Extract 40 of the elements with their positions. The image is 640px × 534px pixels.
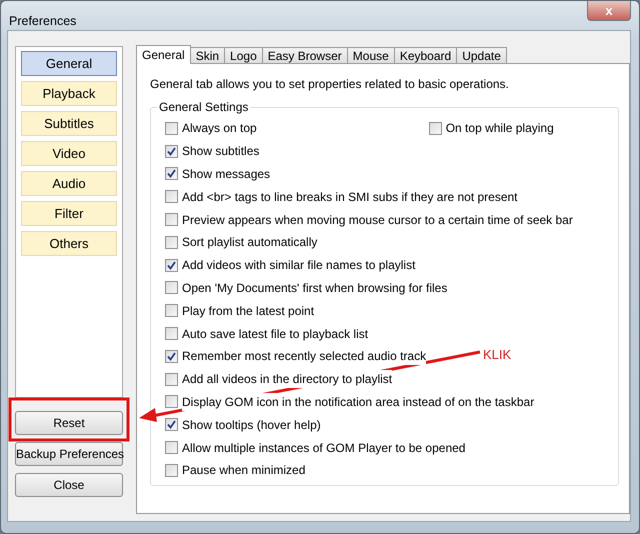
checkbox[interactable] [165,167,178,180]
category-button[interactable]: Others [21,231,117,256]
tab[interactable]: Easy Browser [262,47,348,63]
checkbox[interactable] [428,122,442,135]
checkbox[interactable] [165,395,178,408]
category-button[interactable]: Subtitles [21,111,117,136]
checkbox[interactable] [165,144,178,158]
category-button[interactable]: General [21,51,117,76]
checkbox[interactable] [165,122,178,135]
annotation-text: KLIK [483,346,512,364]
sidebar-button[interactable]: Reset [15,411,123,435]
checkbox[interactable] [165,464,178,477]
checkbox[interactable] [165,372,178,386]
checkbox-label: Display GOM icon in the notification area instead of on the taskbar [182,392,534,411]
window-title: Preferences [9,13,76,30]
category-button[interactable]: Filter [21,201,117,226]
tab[interactable]: Keyboard [394,47,458,63]
category-button[interactable]: Audio [21,171,117,196]
checkbox[interactable] [165,236,178,249]
category-button[interactable]: Video [21,141,117,166]
sidebar-button[interactable]: Backup Preferences [15,442,123,466]
tab[interactable]: General [136,45,191,64]
sidebar-button[interactable]: Close [15,473,123,497]
description-text: General tab allows you to set properties related to basic operations. [150,76,510,93]
checkbox[interactable] [165,281,178,294]
checkbox[interactable] [165,304,178,318]
tab[interactable]: Update [456,47,507,63]
group-title: General Settings [157,100,250,114]
category-button[interactable]: Playback [21,81,117,106]
tab[interactable]: Mouse [346,47,395,63]
tab[interactable]: Logo [224,47,263,63]
tab[interactable]: Skin [190,47,226,63]
checkbox[interactable] [165,441,178,454]
checkbox[interactable] [165,418,178,432]
checkbox-label: Add all videos in the directory to playlist [182,370,392,388]
checkbox[interactable] [165,213,178,226]
checkbox[interactable] [165,190,178,204]
checkbox[interactable] [165,258,178,272]
checkbox[interactable] [165,327,178,340]
checkbox[interactable] [165,350,178,363]
